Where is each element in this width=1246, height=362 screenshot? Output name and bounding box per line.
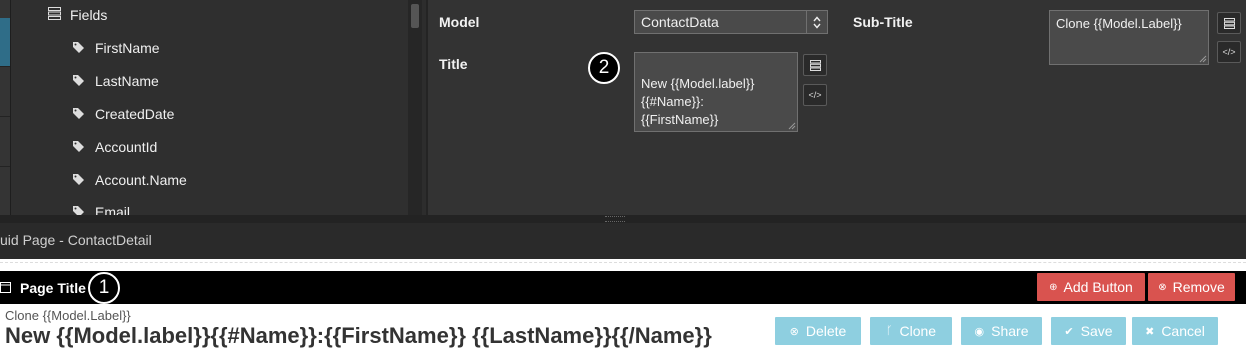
list-icon [48, 7, 64, 23]
delete-button[interactable]: ⊗ Delete [775, 317, 861, 345]
field-tree: Fields FirstName LastName CreatedDate Ac… [11, 0, 408, 215]
preview-subtitle: Clone {{Model.Label}} [5, 308, 131, 323]
cancel-button[interactable]: ✖ Cancel [1132, 317, 1218, 345]
tree-node-field[interactable]: FirstName [73, 40, 160, 56]
tree-node-label: Account.Name [95, 172, 187, 188]
subtitle-textarea-value: Clone {{Model.Label}} [1056, 16, 1182, 31]
tag-icon [73, 106, 89, 122]
tag-icon [73, 172, 89, 188]
splitter-grip[interactable] [605, 216, 625, 222]
model-select-value: ContactData [641, 14, 719, 30]
title-code-button[interactable]: </> [803, 84, 827, 106]
model-label: Model [439, 14, 480, 30]
share-icon: ◉ [974, 325, 985, 338]
add-button-button[interactable]: ⊕ Add Button [1037, 273, 1145, 301]
title-field-picker-button[interactable] [803, 54, 827, 76]
subtitle-textarea[interactable]: Clone {{Model.Label}} [1049, 10, 1209, 65]
scrollbar-thumb[interactable] [411, 4, 419, 28]
page-header-bar: uid Page - ContactDetail [0, 223, 1246, 259]
left-rail [0, 0, 11, 215]
page-title-preview: Clone {{Model.Label}} New {{Model.label}… [0, 304, 1246, 362]
save-button[interactable]: ✔ Save [1051, 317, 1126, 345]
code-icon: </> [1222, 47, 1236, 57]
close-circle-icon: ⊗ [1158, 281, 1167, 293]
close-circle-icon: ⊗ [789, 325, 799, 338]
tree-node-label: CreatedDate [95, 106, 175, 122]
clone-button[interactable]: ᚴ Clone [870, 317, 952, 345]
tree-node-field[interactable]: AccountId [73, 139, 157, 155]
branch-icon: ᚴ [885, 325, 893, 337]
drop-zone-outline [0, 262, 1246, 263]
canvas-gap [0, 259, 1246, 271]
left-rail-selection [0, 18, 10, 66]
tree-node-label: Fields [70, 7, 108, 23]
divider [0, 66, 10, 67]
subtitle-code-button[interactable]: </> [1217, 41, 1241, 63]
tag-icon [73, 73, 89, 89]
panel-splitter[interactable] [0, 215, 1246, 223]
remove-button[interactable]: ⊗ Remove [1148, 273, 1235, 301]
tree-node-label: LastName [95, 73, 159, 89]
title-textarea-value: New {{Model.label}} {{#Name}}: {{FirstNa… [641, 76, 773, 131]
resize-grip-icon[interactable] [1199, 55, 1207, 63]
resize-grip-icon[interactable] [788, 122, 796, 130]
updown-arrows-icon [806, 11, 827, 33]
page-name: uid Page - ContactDetail [0, 232, 152, 248]
divider [0, 166, 10, 167]
tree-node-label: FirstName [95, 40, 160, 56]
divider [0, 116, 10, 117]
tag-icon [73, 204, 89, 215]
subtitle-field-picker-button[interactable] [1217, 12, 1241, 34]
list-icon [1223, 17, 1235, 29]
tree-scrollbar[interactable] [408, 0, 422, 215]
share-button[interactable]: ◉ Share [961, 317, 1042, 345]
tree-node-fields[interactable]: Fields [48, 7, 107, 23]
check-icon: ✔ [1064, 325, 1074, 338]
callout-badge-1: 1 [88, 272, 120, 304]
list-icon [809, 59, 821, 71]
page-title-component-label: Page Title [0, 280, 86, 296]
tree-node-label: AccountId [95, 139, 158, 155]
window-icon [0, 280, 14, 296]
model-select[interactable]: ContactData [634, 10, 828, 34]
tree-node-field[interactable]: Email [73, 204, 130, 215]
tree-node-field[interactable]: LastName [73, 73, 159, 89]
tag-icon [73, 40, 89, 56]
subtitle-label: Sub-Title [853, 14, 913, 30]
tree-node-field[interactable]: CreatedDate [73, 106, 174, 122]
plus-circle-icon: ⊕ [1049, 281, 1058, 293]
preview-title: New {{Model.label}}{{#Name}}:{{FirstName… [5, 323, 712, 348]
callout-badge-2: 2 [588, 52, 620, 84]
tree-node-field[interactable]: Account.Name [73, 172, 187, 188]
tree-node-label: Email [95, 204, 131, 215]
title-label: Title [439, 56, 468, 72]
close-icon: ✖ [1145, 325, 1155, 338]
tag-icon [73, 139, 89, 155]
title-textarea[interactable]: New {{Model.label}} {{#Name}}: {{FirstNa… [634, 52, 798, 132]
code-icon: </> [808, 90, 822, 100]
